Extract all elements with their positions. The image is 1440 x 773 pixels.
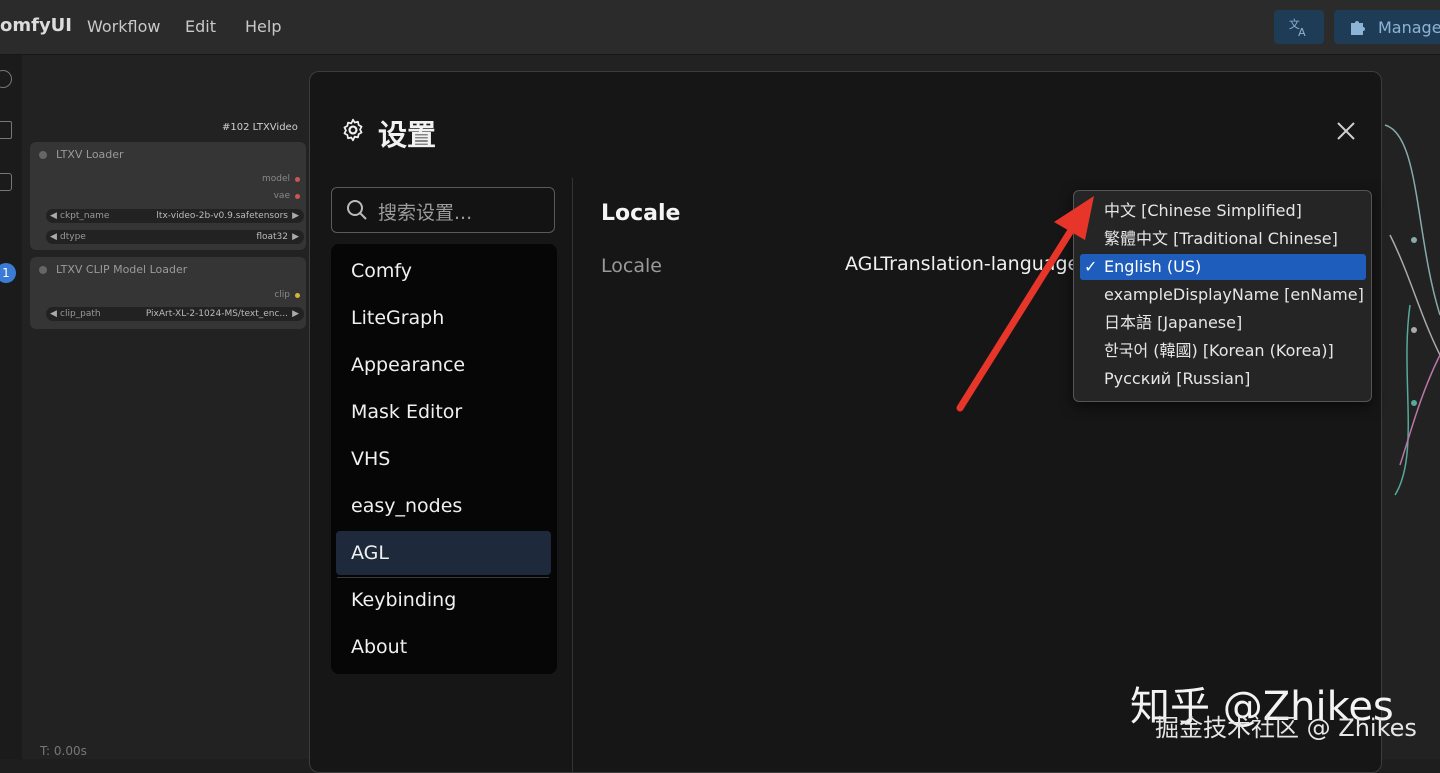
settings-search-input[interactable]: 搜索设置... xyxy=(331,187,555,233)
manage-button[interactable]: Manage xyxy=(1334,10,1440,44)
option-en-us[interactable]: ✓ English (US) xyxy=(1080,254,1366,280)
cube-icon[interactable] xyxy=(0,173,12,191)
queue-icon[interactable] xyxy=(0,70,12,88)
svg-text:A: A xyxy=(1298,26,1306,38)
category-mask-editor[interactable]: Mask Editor xyxy=(336,390,551,434)
notification-badge: 1 xyxy=(0,263,16,283)
app-brand: omfyUI xyxy=(0,15,72,36)
category-about[interactable]: About xyxy=(336,625,551,669)
node-ltxv-loader[interactable]: LTXV Loader model vae ◀ ckpt_name ltx-vide… xyxy=(30,142,306,250)
category-keybinding[interactable]: Keybinding xyxy=(336,578,551,622)
category-vhs[interactable]: VHS xyxy=(336,437,551,481)
puzzle-icon xyxy=(1351,21,1365,35)
watermark-juejin: 掘金技术社区 @ Zhikes xyxy=(1155,714,1417,742)
category-litegraph[interactable]: LiteGraph xyxy=(336,296,551,340)
check-icon: ✓ xyxy=(1084,257,1098,276)
widget-dtype[interactable]: ◀ dtype float32 ▶ xyxy=(46,230,304,244)
section-header: Locale xyxy=(601,201,681,226)
gear-icon xyxy=(343,118,363,142)
search-icon xyxy=(347,200,367,220)
category-agl[interactable]: AGL xyxy=(336,531,551,575)
category-easy-nodes[interactable]: easy_nodes xyxy=(336,484,551,528)
search-placeholder: 搜索设置... xyxy=(378,202,473,224)
menu-help[interactable]: Help xyxy=(245,17,281,36)
library-icon[interactable] xyxy=(0,121,12,139)
option-example[interactable]: exampleDisplayName [enName] xyxy=(1080,282,1366,308)
translate-icon: 文A xyxy=(1289,17,1306,38)
option-zh-tw[interactable]: 繁體中文 [Traditional Chinese] xyxy=(1080,226,1366,252)
output-clip: clip xyxy=(274,290,300,300)
node-title: LTXV CLIP Model Loader xyxy=(30,257,306,283)
manage-label: Manage xyxy=(1378,17,1440,37)
option-ja[interactable]: 日本語 [Japanese] xyxy=(1080,310,1366,336)
menu-workflow[interactable]: Workflow xyxy=(87,17,160,36)
output-model: model xyxy=(262,174,300,184)
category-comfy[interactable]: Comfy xyxy=(336,249,551,293)
locale-dropdown: 中文 [Chinese Simplified] 繁體中文 [Traditiona… xyxy=(1073,190,1372,402)
side-toolbar: 1 xyxy=(0,55,22,759)
menubar: omfyUI Workflow Edit Help 文A Manage xyxy=(0,0,1440,55)
locale-select[interactable]: AGLTranslation-language xyxy=(845,253,1075,275)
output-vae: vae xyxy=(274,191,300,201)
category-list: Comfy LiteGraph Appearance Mask Editor V… xyxy=(331,244,557,674)
option-ko[interactable]: 한국어 (韓國) [Korean (Korea)] xyxy=(1080,338,1366,364)
panel-divider xyxy=(572,178,573,772)
status-time: T: 0.00s xyxy=(40,744,87,758)
option-zh-cn[interactable]: 中文 [Chinese Simplified] xyxy=(1080,198,1366,224)
translate-button[interactable]: 文A xyxy=(1274,10,1324,44)
graph-links xyxy=(1384,124,1440,496)
widget-ckpt-name[interactable]: ◀ ckpt_name ltx-video-2b-v0.9.safetensors ▶ xyxy=(46,209,304,223)
node-title: LTXV Loader xyxy=(30,142,306,168)
menu-edit[interactable]: Edit xyxy=(185,17,216,36)
widget-clip-path[interactable]: ◀ clip_path PixArt-XL-2-1024-MS/text_enc..… xyxy=(46,307,304,321)
settings-dialog: 设置 搜索设置... Comfy LiteGraph Appearance Ma… xyxy=(309,71,1382,773)
node-ltxv-clip-loader[interactable]: LTXV CLIP Model Loader clip ◀ clip_path Pi… xyxy=(30,257,306,329)
dialog-title: 设置 xyxy=(378,118,437,152)
node-id-label: #102 LTXVideo xyxy=(222,122,298,133)
close-icon[interactable] xyxy=(1335,120,1357,142)
option-ru[interactable]: Русский [Russian] xyxy=(1080,366,1366,392)
category-appearance[interactable]: Appearance xyxy=(336,343,551,387)
setting-label-locale: Locale xyxy=(601,255,662,277)
